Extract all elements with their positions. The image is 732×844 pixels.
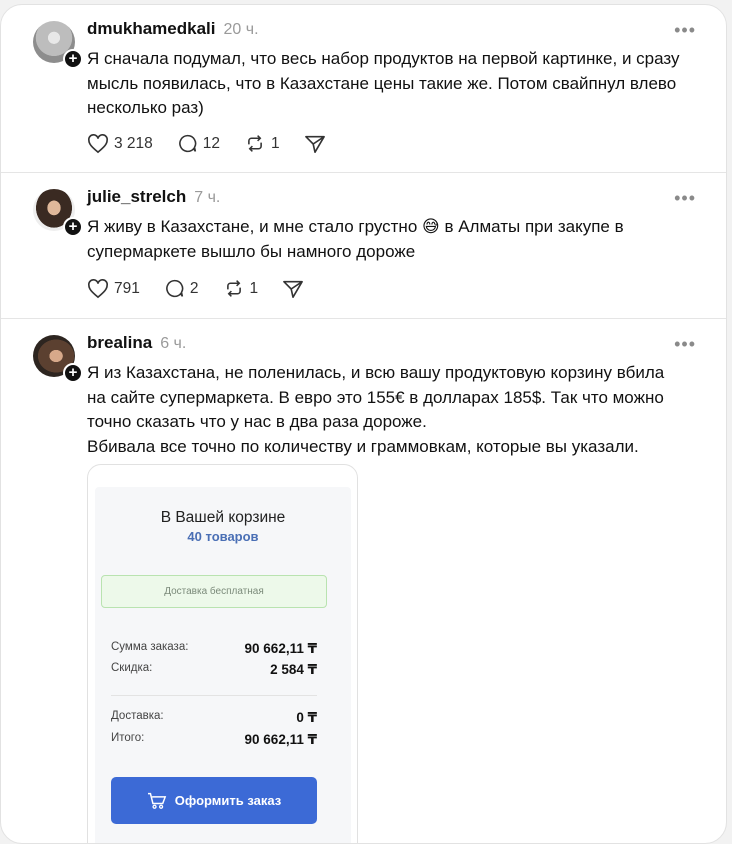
sum-label: Сумма заказа: — [111, 641, 189, 653]
username[interactable]: dmukhamedkali — [87, 19, 216, 39]
comment-icon — [166, 279, 184, 298]
post-actions: 791 2 1 — [87, 278, 333, 299]
checkout-button[interactable]: Оформить заказ — [111, 777, 317, 824]
sum-value: 90 662,11 ₸ — [244, 641, 317, 656]
cart-summary: В Вашей корзине 40 товаров Доставка бесп… — [95, 487, 351, 843]
delivery-row: Доставка: 0 ₸ — [111, 710, 317, 726]
delivery-value: 0 ₸ — [296, 710, 317, 725]
cart-count: 40 товаров — [187, 529, 259, 544]
cart-icon — [147, 792, 166, 809]
total-label: Итого: — [111, 732, 145, 744]
more-icon[interactable]: ••• — [674, 21, 696, 39]
send-icon — [283, 280, 304, 298]
discount-label: Скидка: — [111, 662, 153, 674]
username[interactable]: brealina — [87, 333, 152, 353]
repost-count: 1 — [271, 134, 280, 152]
sum-row: Сумма заказа: 90 662,11 ₸ — [111, 641, 317, 657]
post: + brealina 6 ч. ••• Я из Казахстана, не … — [1, 319, 726, 843]
avatar-container[interactable]: + — [33, 21, 83, 69]
repost-icon — [226, 280, 241, 297]
cart-title: В Вашей корзине — [160, 509, 286, 526]
feed: + dmukhamedkali 20 ч. ••• Я сначала поду… — [0, 4, 727, 844]
total-row: Итого: 90 662,11 ₸ — [111, 732, 317, 748]
post-text: Я живу в Казахстане, и мне стало грустно… — [87, 217, 624, 261]
total-value: 90 662,11 ₸ — [244, 732, 317, 747]
divider — [111, 695, 317, 696]
repost-button[interactable]: 1 — [223, 278, 259, 299]
heart-icon — [88, 278, 108, 298]
username[interactable]: julie_strelch — [87, 187, 186, 207]
share-button[interactable] — [304, 134, 331, 154]
avatar-container[interactable]: + — [33, 189, 83, 237]
post-time: 7 ч. — [194, 189, 221, 206]
checkout-label: Оформить заказ — [174, 793, 282, 808]
post-time: 6 ч. — [160, 335, 187, 352]
repost-button[interactable]: 1 — [244, 133, 280, 154]
comment-count: 12 — [202, 134, 221, 152]
delivery-label: Доставка: — [111, 710, 164, 722]
like-count: 791 — [114, 279, 140, 297]
repost-count: 1 — [249, 279, 259, 297]
discount-row: Скидка: 2 584 ₸ — [111, 662, 317, 678]
post-text: Я сначала подумал, что весь набор продук… — [87, 49, 680, 117]
more-icon[interactable]: ••• — [674, 335, 696, 353]
post: + dmukhamedkali 20 ч. ••• Я сначала поду… — [1, 5, 726, 173]
like-count: 3 218 — [114, 134, 153, 152]
follow-plus-icon[interactable]: + — [63, 363, 83, 383]
like-button[interactable]: 3 218 — [87, 133, 153, 154]
repost-icon — [248, 135, 262, 152]
comment-button[interactable]: 2 — [164, 278, 199, 299]
post-actions: 3 218 12 1 — [87, 133, 355, 154]
post-text: Я из Казахстана, не поленилась, и всю ва… — [87, 363, 665, 456]
free-delivery-note: Доставка бесплатная — [101, 575, 327, 608]
follow-plus-icon[interactable]: + — [63, 49, 83, 69]
heart-icon — [88, 133, 108, 153]
like-button[interactable]: 791 — [87, 278, 140, 299]
follow-plus-icon[interactable]: + — [63, 217, 83, 237]
comment-count: 2 — [189, 279, 199, 297]
share-button[interactable] — [282, 279, 309, 299]
more-icon[interactable]: ••• — [674, 189, 696, 207]
avatar-container[interactable]: + — [33, 335, 83, 383]
send-icon — [304, 135, 325, 153]
attached-image[interactable]: В Вашей корзине 40 товаров Доставка бесп… — [87, 464, 358, 843]
post-time: 20 ч. — [223, 21, 259, 38]
comment-icon — [178, 134, 197, 153]
post: + julie_strelch 7 ч. ••• Я живу в Казахс… — [1, 173, 726, 319]
comment-button[interactable]: 12 — [177, 133, 220, 154]
discount-value: 2 584 ₸ — [270, 662, 317, 677]
